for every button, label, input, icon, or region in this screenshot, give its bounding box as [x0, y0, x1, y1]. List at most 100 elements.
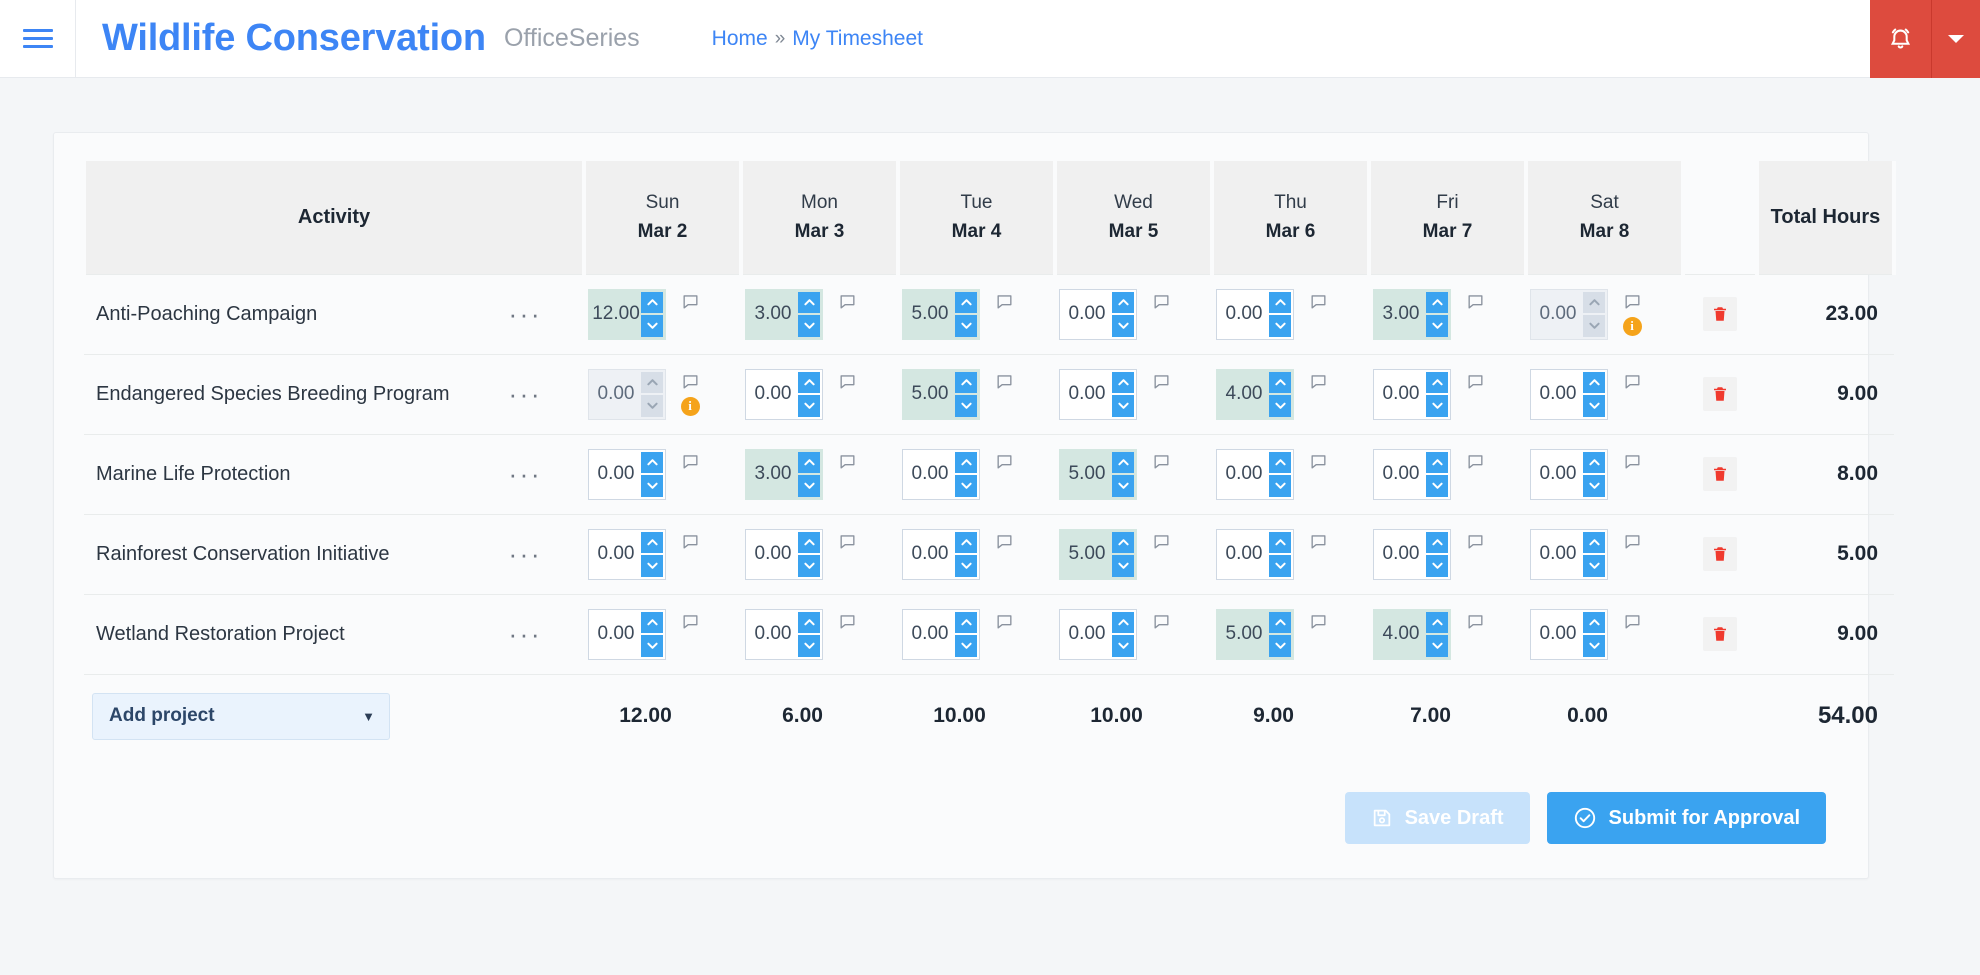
stepper-up-icon[interactable]	[641, 451, 663, 473]
comment-icon[interactable]	[1152, 532, 1171, 551]
stepper-down-icon[interactable]	[1269, 395, 1291, 417]
stepper-down-icon[interactable]	[1426, 315, 1448, 337]
stepper-down-icon[interactable]	[641, 475, 663, 497]
stepper-up-icon[interactable]	[1269, 291, 1291, 313]
hours-input-r3-d6[interactable]: 0.00	[1530, 528, 1608, 580]
hours-input-r2-d0[interactable]: 0.00	[588, 448, 666, 500]
stepper-up-icon[interactable]	[798, 371, 820, 393]
hours-input-r3-d0[interactable]: 0.00	[588, 528, 666, 580]
stepper-up-icon[interactable]	[798, 531, 820, 553]
delete-row-button[interactable]	[1703, 617, 1737, 651]
hours-input-r3-d4[interactable]: 0.00	[1216, 528, 1294, 580]
stepper-down-icon[interactable]	[641, 635, 663, 657]
hours-input-r2-d1[interactable]: 3.00	[745, 448, 823, 500]
comment-icon[interactable]	[681, 532, 700, 551]
hours-input-r4-d4[interactable]: 5.00	[1216, 608, 1294, 660]
hours-input-r3-d2[interactable]: 0.00	[902, 528, 980, 580]
hours-input-r1-d1[interactable]: 0.00	[745, 368, 823, 420]
stepper-down-icon[interactable]	[1426, 635, 1448, 657]
stepper-down-icon[interactable]	[798, 555, 820, 577]
hours-input-r0-d1[interactable]: 3.00	[745, 288, 823, 340]
hours-input-r1-d4[interactable]: 4.00	[1216, 368, 1294, 420]
hours-input-r4-d5[interactable]: 4.00	[1373, 608, 1451, 660]
stepper-down-icon[interactable]	[798, 475, 820, 497]
stepper-up-icon[interactable]	[1426, 371, 1448, 393]
stepper-down-icon[interactable]	[798, 315, 820, 337]
stepper-up-icon[interactable]	[1426, 291, 1448, 313]
info-badge-icon[interactable]: i	[680, 396, 700, 416]
stepper-up-icon[interactable]	[1426, 451, 1448, 473]
stepper-down-icon[interactable]	[955, 475, 977, 497]
comment-icon[interactable]	[838, 372, 857, 391]
comment-icon[interactable]	[1152, 292, 1171, 311]
comment-icon[interactable]	[1466, 612, 1485, 631]
comment-icon[interactable]	[995, 372, 1014, 391]
hours-input-r2-d6[interactable]: 0.00	[1530, 448, 1608, 500]
delete-row-button[interactable]	[1703, 537, 1737, 571]
comment-icon[interactable]	[995, 612, 1014, 631]
comment-icon[interactable]	[1623, 532, 1642, 551]
stepper-down-icon[interactable]	[641, 315, 663, 337]
hours-input-r3-d1[interactable]: 0.00	[745, 528, 823, 580]
stepper-down-icon[interactable]	[955, 395, 977, 417]
stepper-up-icon[interactable]	[1583, 531, 1605, 553]
stepper-up-icon[interactable]	[955, 291, 977, 313]
notifications-button[interactable]	[1870, 0, 1932, 78]
hours-input-r0-d5[interactable]: 3.00	[1373, 288, 1451, 340]
stepper-up-icon[interactable]	[955, 611, 977, 633]
comment-icon[interactable]	[681, 292, 700, 311]
stepper-down-icon[interactable]	[1269, 315, 1291, 337]
comment-icon[interactable]	[1466, 532, 1485, 551]
comment-icon[interactable]	[838, 532, 857, 551]
delete-row-button[interactable]	[1703, 457, 1737, 491]
stepper-down-icon[interactable]	[1112, 395, 1134, 417]
stepper-down-icon[interactable]	[1583, 555, 1605, 577]
delete-row-button[interactable]	[1703, 297, 1737, 331]
comment-icon[interactable]	[1623, 372, 1642, 391]
stepper-up-icon[interactable]	[1426, 531, 1448, 553]
hours-input-r2-d3[interactable]: 5.00	[1059, 448, 1137, 500]
comment-icon[interactable]	[838, 612, 857, 631]
hours-input-r3-d5[interactable]: 0.00	[1373, 528, 1451, 580]
stepper-up-icon[interactable]	[798, 451, 820, 473]
stepper-up-icon[interactable]	[955, 451, 977, 473]
hours-input-r0-d0[interactable]: 12.00	[588, 288, 666, 340]
stepper-up-icon[interactable]	[955, 531, 977, 553]
hours-input-r2-d2[interactable]: 0.00	[902, 448, 980, 500]
comment-icon[interactable]	[1309, 372, 1328, 391]
stepper-up-icon[interactable]	[1583, 611, 1605, 633]
hours-input-r4-d2[interactable]: 0.00	[902, 608, 980, 660]
stepper-up-icon[interactable]	[641, 531, 663, 553]
info-badge-icon[interactable]: i	[1622, 316, 1642, 336]
comment-icon[interactable]	[1466, 292, 1485, 311]
stepper-down-icon[interactable]	[1112, 635, 1134, 657]
stepper-up-icon[interactable]	[1426, 611, 1448, 633]
stepper-up-icon[interactable]	[1112, 611, 1134, 633]
row-menu-button[interactable]: ···	[509, 621, 542, 647]
stepper-up-icon[interactable]	[798, 611, 820, 633]
delete-row-button[interactable]	[1703, 377, 1737, 411]
stepper-down-icon[interactable]	[1269, 555, 1291, 577]
hours-input-r1-d3[interactable]: 0.00	[1059, 368, 1137, 420]
stepper-down-icon[interactable]	[798, 635, 820, 657]
comment-icon[interactable]	[838, 292, 857, 311]
comment-icon[interactable]	[995, 452, 1014, 471]
add-project-dropdown[interactable]: Add project ▼	[92, 692, 390, 740]
hours-input-r0-d3[interactable]: 0.00	[1059, 288, 1137, 340]
stepper-up-icon[interactable]	[1112, 451, 1134, 473]
hours-input-r0-d2[interactable]: 5.00	[902, 288, 980, 340]
stepper-up-icon[interactable]	[641, 611, 663, 633]
hours-input-r2-d5[interactable]: 0.00	[1373, 448, 1451, 500]
stepper-up-icon[interactable]	[1112, 371, 1134, 393]
stepper-up-icon[interactable]	[1269, 371, 1291, 393]
stepper-down-icon[interactable]	[955, 315, 977, 337]
comment-icon[interactable]	[838, 452, 857, 471]
comment-icon[interactable]	[1309, 612, 1328, 631]
stepper-down-icon[interactable]	[1426, 395, 1448, 417]
stepper-down-icon[interactable]	[1583, 395, 1605, 417]
comment-icon[interactable]	[681, 612, 700, 631]
comment-icon[interactable]	[1623, 292, 1642, 311]
comment-icon[interactable]	[995, 292, 1014, 311]
comment-icon[interactable]	[1152, 612, 1171, 631]
hours-input-r4-d1[interactable]: 0.00	[745, 608, 823, 660]
